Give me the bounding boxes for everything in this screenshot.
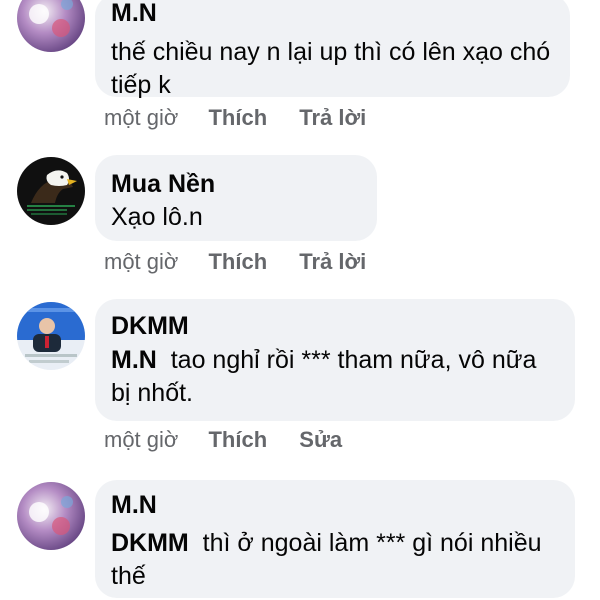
comment-time[interactable]: một giờ (104, 427, 178, 453)
mention-tag[interactable]: DKMM (111, 529, 189, 557)
comment-actions: một giờ Thích Sửa (104, 427, 342, 453)
comment-text: M.N tao nghỉ rồi *** tham nữa, vô nữa bị… (111, 344, 561, 410)
comment-item: M.N DKMM thì ở ngoài làm *** gì nói nhiề… (0, 478, 600, 600)
comment-item: DKMM M.N tao nghỉ rồi *** tham nữa, vô n… (0, 299, 600, 472)
comment-author[interactable]: DKMM (111, 311, 559, 341)
comment-text: thế chiều nay n lại up thì có lên xạo ch… (111, 38, 551, 99)
like-button[interactable]: Thích (208, 249, 267, 275)
comment-text: DKMM thì ở ngoài làm *** gì nói nhiều th… (111, 527, 551, 593)
comment-time[interactable]: một giờ (104, 249, 178, 275)
comment-bubble: M.N thế chiều nay n lại up thì có lên xạ… (95, 0, 570, 99)
comment-item: Mua Nền Xạo lô.n một giờ Thích Trả lời (0, 155, 600, 285)
edit-button[interactable]: Sửa (299, 427, 342, 453)
avatar-eagle-icon[interactable] (17, 157, 85, 225)
comment-bubble: Mua Nền Xạo lô.n (95, 155, 377, 241)
comment-item: M.N thế chiều nay n lại up thì có lên xạ… (0, 0, 600, 140)
comment-author[interactable]: M.N (111, 490, 559, 520)
avatar-mn-icon[interactable] (17, 0, 85, 52)
avatar-news-person-icon[interactable] (17, 302, 85, 370)
like-button[interactable]: Thích (208, 427, 267, 453)
comment-bubble: M.N DKMM thì ở ngoài làm *** gì nói nhiề… (95, 480, 575, 598)
comment-bubble: DKMM M.N tao nghỉ rồi *** tham nữa, vô n… (95, 299, 575, 421)
comment-actions: một giờ Thích Trả lời (104, 105, 366, 131)
comment-body: tao nghỉ rồi *** tham nữa, vô nữa bị nhố… (111, 346, 537, 407)
mention-tag[interactable]: M.N (111, 346, 157, 374)
reply-button[interactable]: Trả lời (299, 249, 366, 275)
comment-actions: một giờ Thích Trả lời (104, 249, 366, 275)
reply-button[interactable]: Trả lời (299, 105, 366, 131)
comment-author[interactable]: Mua Nền (111, 169, 361, 199)
comment-author[interactable]: M.N (111, 0, 554, 28)
comment-time[interactable]: một giờ (104, 105, 178, 131)
like-button[interactable]: Thích (208, 105, 267, 131)
comment-text: Xạo lô.n (111, 203, 203, 231)
avatar-mn-icon[interactable] (17, 482, 85, 550)
